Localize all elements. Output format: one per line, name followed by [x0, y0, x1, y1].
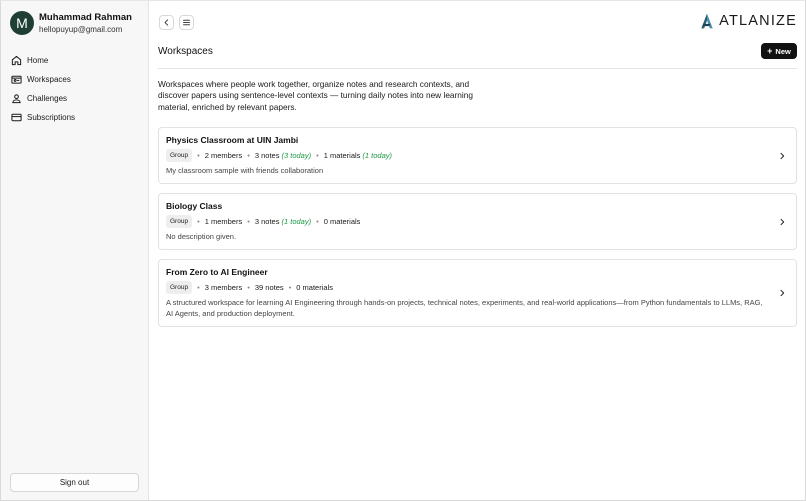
workspace-title: Physics Classroom at UIN Jambi	[166, 135, 299, 145]
separator-dot: •	[197, 217, 200, 226]
home-icon	[11, 55, 22, 66]
separator-dot: •	[247, 151, 250, 160]
menu-icon	[183, 19, 190, 26]
brand-name: ATLANIZE	[719, 13, 797, 29]
separator-dot: •	[316, 217, 319, 226]
workspace-meta: Group • 2 members • 3 notes (3 today) • …	[166, 149, 766, 162]
sign-out-button[interactable]: Sign out	[10, 473, 139, 492]
plus-icon: +	[767, 46, 773, 56]
members-count: 2 members	[204, 151, 243, 160]
sidebar-item-home[interactable]: Home	[10, 51, 140, 70]
avatar: M	[10, 11, 34, 35]
separator-dot: •	[197, 151, 200, 160]
separator-dot: •	[247, 283, 250, 292]
notes-count: 3 notes	[254, 151, 280, 160]
main-content: ATLANIZE Workspaces + New Workspaces whe…	[149, 1, 805, 500]
workspace-meta: Group • 1 members • 3 notes (1 today) • …	[166, 215, 766, 228]
workspace-card[interactable]: From Zero to AI Engineer Group • 3 membe…	[158, 259, 797, 327]
sidebar-item-workspaces[interactable]: Workspaces	[10, 70, 140, 89]
chevron-left-icon	[164, 19, 169, 26]
sidebar-nav: Home Workspaces Challenges Subscriptions	[10, 51, 140, 127]
notes-today: (3 today)	[281, 151, 312, 160]
workspace-type-badge: Group	[166, 215, 193, 228]
sidebar-item-label: Subscriptions	[27, 113, 76, 122]
workspace-meta: Group • 3 members • 39 notes • 0 materia…	[166, 281, 766, 294]
workspace-card[interactable]: Biology Class Group • 1 members • 3 note…	[158, 193, 797, 250]
materials-count: 0 materials	[323, 217, 361, 226]
workspace-description: A structured workspace for learning AI E…	[166, 298, 763, 318]
page-title: Workspaces	[158, 46, 213, 57]
workspaces-icon	[11, 75, 22, 84]
workspace-card[interactable]: Physics Classroom at UIN Jambi Group • 2…	[158, 127, 797, 184]
members-count: 3 members	[204, 283, 243, 292]
back-button[interactable]	[159, 15, 174, 30]
sidebar: M Muhammad Rahman hellopuyup@gmail.com H…	[1, 1, 149, 500]
workspace-description: No description given.	[166, 232, 237, 241]
workspace-type-badge: Group	[166, 149, 193, 162]
workspace-title: Biology Class	[166, 201, 223, 211]
app-window: M Muhammad Rahman hellopuyup@gmail.com H…	[0, 0, 806, 501]
user-icon	[12, 94, 21, 104]
brand-logo: ATLANIZE	[700, 13, 797, 29]
materials-count: 0 materials	[296, 283, 333, 292]
chevron-right-icon	[780, 152, 785, 159]
chevron-right-icon	[780, 218, 785, 225]
user-email: hellopuyup@gmail.com	[39, 24, 123, 34]
atlanize-logo-icon	[701, 13, 713, 29]
separator-dot: •	[247, 217, 250, 226]
materials-today: (1 today)	[362, 151, 393, 160]
new-button-label: New	[775, 46, 791, 56]
sidebar-item-challenges[interactable]: Challenges	[10, 89, 140, 108]
notes-count: 39 notes	[254, 283, 284, 292]
chevron-right-icon	[780, 289, 785, 297]
separator-dot: •	[316, 151, 319, 160]
separator-dot: •	[288, 283, 292, 292]
notes-count: 3 notes	[254, 217, 280, 226]
credit-card-icon	[11, 113, 22, 122]
sidebar-item-label: Workspaces	[27, 75, 71, 84]
sidebar-item-label: Home	[27, 56, 49, 65]
members-count: 1 members	[204, 217, 243, 226]
workspace-description: My classroom sample with friends collabo…	[166, 166, 324, 175]
sidebar-item-subscriptions[interactable]: Subscriptions	[10, 108, 140, 127]
intro-text: Workspaces where people work together, o…	[158, 79, 473, 112]
user-profile[interactable]: M Muhammad Rahman hellopuyup@gmail.com	[10, 11, 132, 35]
user-name: Muhammad Rahman	[39, 11, 132, 23]
toggle-sidebar-button[interactable]	[179, 15, 194, 30]
materials-count: 1 materials	[323, 151, 361, 160]
notes-today: (1 today)	[281, 217, 312, 226]
sidebar-item-label: Challenges	[27, 94, 68, 103]
workspace-title: From Zero to AI Engineer	[166, 267, 268, 277]
header-divider	[158, 68, 797, 69]
separator-dot: •	[197, 283, 200, 292]
new-workspace-button[interactable]: + New	[761, 43, 797, 59]
workspace-type-badge: Group	[166, 281, 193, 294]
workspace-list: Physics Classroom at UIN Jambi Group • 2…	[158, 127, 797, 336]
